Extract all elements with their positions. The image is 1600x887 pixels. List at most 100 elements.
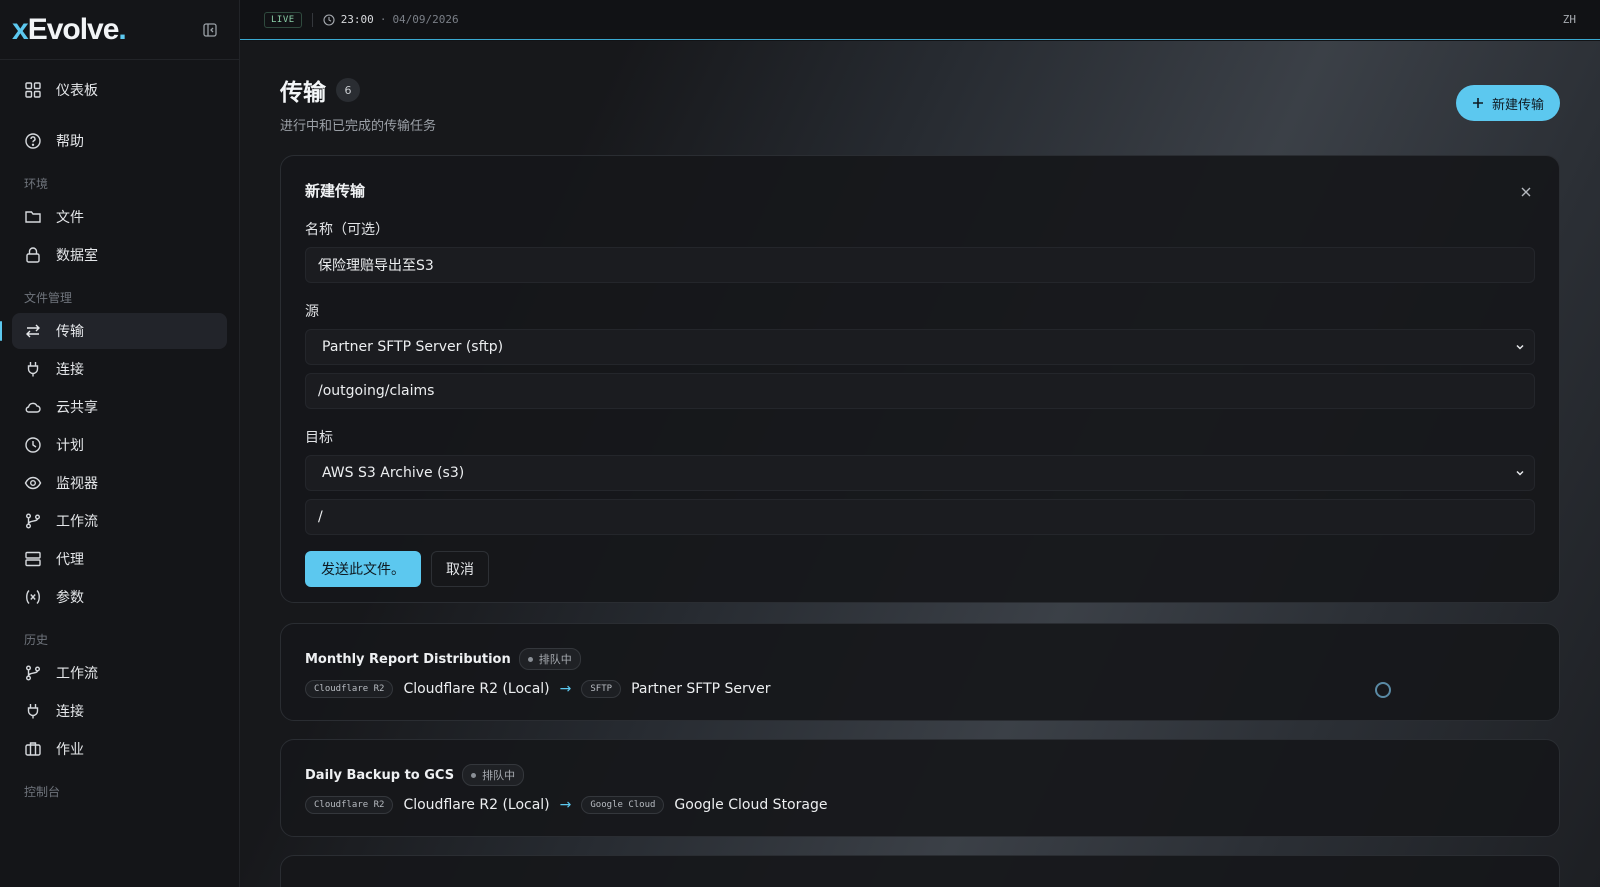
name-field[interactable]: 保险理赔导出至S3	[305, 247, 1535, 283]
transfer-route: Cloudflare R2 Cloudflare R2 (Local) → SF…	[305, 680, 1535, 698]
date-separator: ·	[379, 13, 387, 26]
transfer-name: Daily Backup to GCS	[305, 767, 455, 783]
main-content: 传输 6 进行中和已完成的传输任务 新建传输 新建传输 名称（可选） 保险理赔导…	[240, 41, 1600, 887]
transfer-icon	[26, 324, 40, 338]
transfer-card[interactable]: Daily Backup to GCS 排队中 Cloudflare R2 Cl…	[280, 739, 1560, 837]
sidebar-item-label: 工作流	[56, 514, 98, 530]
sidebar-item-label: 作业	[56, 742, 84, 758]
plus-icon	[1472, 98, 1483, 108]
source-endpoint: Cloudflare R2 (Local)	[403, 797, 550, 813]
clock-icon	[323, 13, 335, 26]
target-select[interactable]: AWS S3 Archive (s3)	[305, 455, 1535, 491]
sidebar-item-files[interactable]: 文件	[12, 199, 227, 235]
server-icon	[25, 551, 41, 567]
sidebar-item-dashboard[interactable]: 仪表板	[12, 72, 227, 108]
sidebar-item-label: 文件	[56, 210, 84, 226]
cancel-button[interactable]: 取消	[431, 551, 489, 587]
target-type-tag: Google Cloud	[581, 796, 665, 814]
section-console: 控制台	[24, 784, 61, 799]
transfer-route: Cloudflare R2 Cloudflare R2 (Local) → Go…	[305, 796, 1535, 814]
form-actions: 发送此文件。 取消	[305, 551, 1535, 587]
sidebar-item-cloud-share[interactable]: 云共享	[12, 389, 227, 425]
sidebar-item-help[interactable]: 帮助	[12, 123, 227, 159]
sidebar-item-connections[interactable]: 连接	[12, 351, 227, 387]
source-path-value: /outgoing/claims	[318, 383, 435, 399]
brand-bar: xEvolve.	[0, 0, 239, 60]
sidebar-item-label: 监视器	[56, 476, 98, 492]
sidebar-item-parameters[interactable]: 参数	[12, 579, 227, 615]
sidebar-item-label: 参数	[56, 590, 84, 606]
target-type-tag: SFTP	[581, 680, 622, 698]
target-label: 目标	[305, 430, 333, 446]
status-text: 排队中	[482, 769, 516, 782]
page-title: 传输	[280, 80, 326, 106]
new-transfer-label: 新建传输	[1491, 97, 1544, 113]
folder-icon	[25, 211, 41, 223]
sidebar-item-label: 代理	[56, 552, 84, 568]
cloud-icon	[25, 402, 41, 413]
sidebar-item-history-jobs[interactable]: 作业	[12, 731, 227, 767]
submit-button[interactable]: 发送此文件。	[305, 551, 421, 587]
loading-spinner-icon	[1375, 682, 1391, 698]
target-endpoint: Partner SFTP Server	[631, 681, 771, 697]
status-dot	[527, 656, 533, 662]
status-text: 排队中	[538, 653, 572, 666]
sidebar-item-label: 工作流	[56, 666, 98, 682]
chevron-down-icon	[1516, 470, 1524, 476]
plug-icon	[27, 704, 39, 719]
target-path-field[interactable]: /	[305, 499, 1535, 535]
section-environment: 环境	[24, 176, 49, 191]
sidebar-item-label: 仪表板	[56, 83, 98, 99]
target-select-value: AWS S3 Archive (s3)	[322, 465, 465, 481]
source-path-field[interactable]: /outgoing/claims	[305, 373, 1535, 409]
arrow-right-icon: →	[559, 681, 572, 697]
workflow-icon	[26, 513, 40, 529]
lock-icon	[26, 247, 40, 263]
page-header: 传输 6 进行中和已完成的传输任务	[280, 73, 436, 134]
sidebar-item-schedules[interactable]: 计划	[12, 427, 227, 463]
new-transfer-form: 新建传输 名称（可选） 保险理赔导出至S3 源 Partner SFTP Ser…	[280, 155, 1560, 603]
eye-icon	[24, 476, 42, 490]
name-label: 名称（可选）	[305, 222, 389, 238]
clock-icon	[25, 437, 41, 453]
sidebar: xEvolve. 仪表板 帮助 环境 文件 数据室 文件管理 传输 连接 云共享…	[0, 0, 240, 887]
source-endpoint: Cloudflare R2 (Local)	[403, 681, 550, 697]
top-bar: LIVE 23:00 · 04/09/2026 ZH	[240, 0, 1600, 40]
source-select[interactable]: Partner SFTP Server (sftp)	[305, 329, 1535, 365]
sidebar-item-workflows[interactable]: 工作流	[12, 503, 227, 539]
language-switcher[interactable]: ZH	[1563, 13, 1576, 26]
sidebar-collapse-icon[interactable]	[201, 21, 219, 39]
dashboard-icon	[25, 82, 41, 98]
variable-icon	[26, 590, 40, 604]
sidebar-item-label: 连接	[56, 362, 84, 378]
section-file-management: 文件管理	[24, 290, 73, 305]
clock-time: 23:00	[340, 13, 374, 26]
status-dot	[471, 772, 477, 778]
form-title: 新建传输	[305, 182, 366, 200]
name-value: 保险理赔导出至S3	[318, 258, 434, 274]
source-select-value: Partner SFTP Server (sftp)	[322, 339, 504, 355]
transfer-card[interactable]: Monthly Report Distribution 排队中 Cloudfla…	[280, 623, 1560, 721]
sidebar-nav: 仪表板 帮助 环境 文件 数据室 文件管理 传输 连接 云共享 计划 监视器 工…	[0, 60, 239, 801]
sidebar-item-agents[interactable]: 代理	[12, 541, 227, 577]
sidebar-item-transfers[interactable]: 传输	[0, 313, 227, 349]
status-badge: 排队中	[518, 648, 581, 670]
transfer-card[interactable]	[280, 855, 1560, 887]
target-endpoint: Google Cloud Storage	[674, 797, 828, 813]
live-badge: LIVE	[264, 11, 302, 28]
logo[interactable]: xEvolve.	[12, 13, 127, 47]
transfer-name: Monthly Report Distribution	[305, 651, 511, 667]
new-transfer-button[interactable]: 新建传输	[1455, 85, 1560, 121]
count-badge: 6	[336, 78, 360, 102]
sidebar-item-history-workflows[interactable]: 工作流	[12, 655, 227, 691]
chevron-down-icon	[1516, 344, 1524, 350]
sidebar-item-label: 数据室	[56, 248, 98, 264]
arrow-right-icon: →	[559, 797, 572, 813]
divider	[311, 12, 313, 27]
page-subtitle: 进行中和已完成的传输任务	[280, 119, 437, 134]
sidebar-item-history-connections[interactable]: 连接	[12, 693, 227, 729]
sidebar-item-monitors[interactable]: 监视器	[12, 465, 227, 501]
sidebar-item-data-room[interactable]: 数据室	[12, 237, 227, 273]
sidebar-item-label: 传输	[56, 324, 84, 340]
close-icon[interactable]	[1519, 184, 1533, 198]
